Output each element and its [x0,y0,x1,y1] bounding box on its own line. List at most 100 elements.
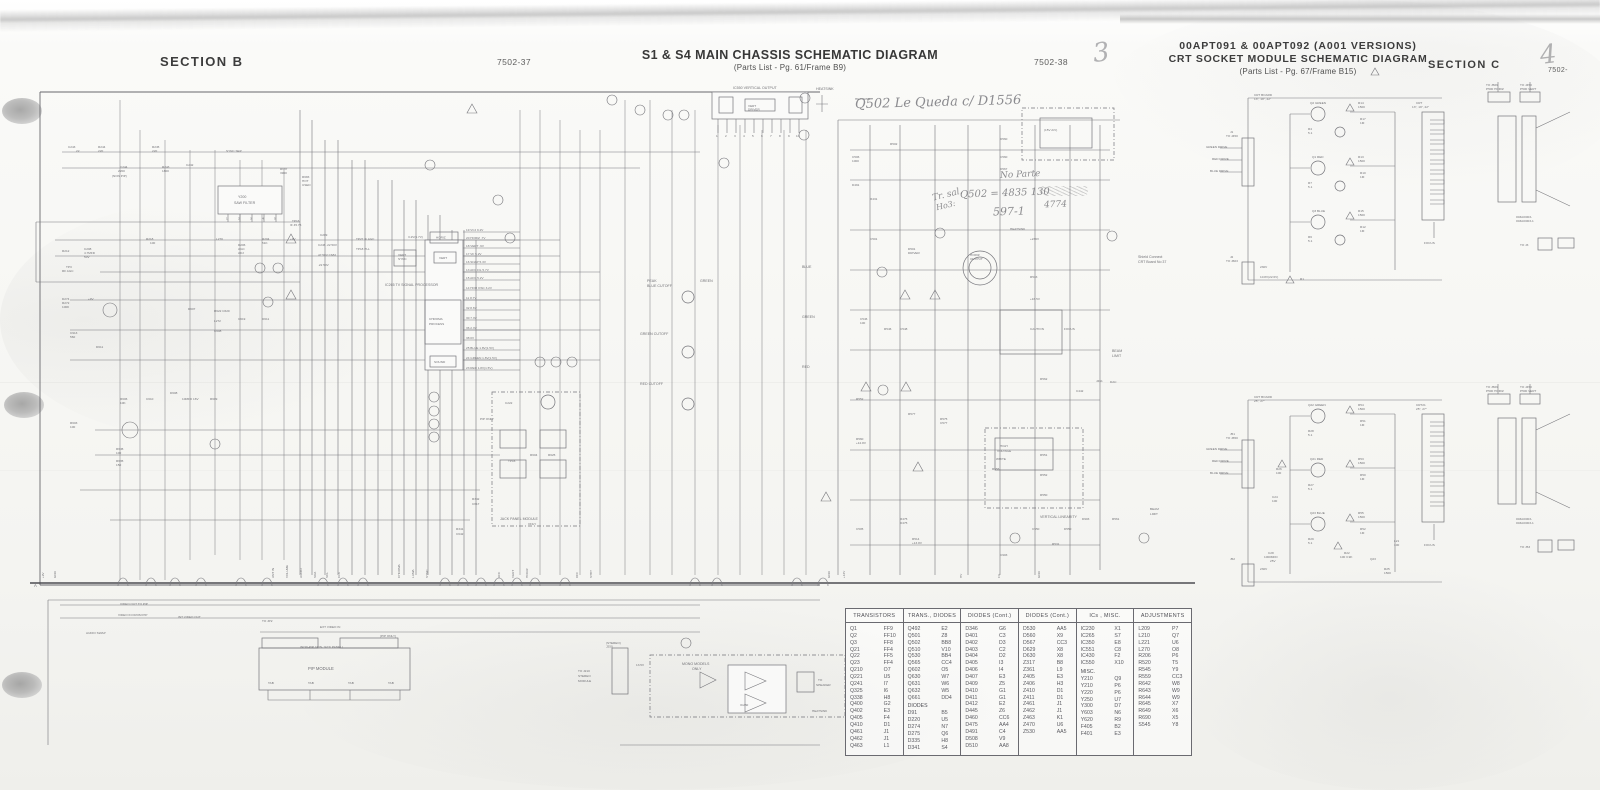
svg-text:13 AFC FIL 5.7V: 13 AFC FIL 5.7V [466,268,490,272]
svg-text:1M: 1M [1360,477,1365,481]
part-grid-location: CC4 [941,660,952,667]
svg-text:D475: D475 [900,521,908,525]
svg-text:Q23 BLUE: Q23 BLUE [1310,511,1325,515]
svg-text:R604: R604 [530,453,538,457]
svg-text:18 VERT .9V: 18 VERT .9V [466,244,485,248]
svg-text:1M: 1M [1360,423,1365,427]
svg-text:3: 3 [734,134,736,138]
svg-text:AFC: AFC [497,571,501,578]
svg-text:(15V A/V): (15V A/V) [1044,128,1057,132]
part-ref: Y220 [1080,689,1093,696]
parts-row: Q402 E3 [850,708,899,715]
parts-row: D274 N7 [908,724,957,731]
parts-row: L221 U6 [1138,640,1187,647]
part-grid-location: I6 [883,687,888,694]
parts-row: IC550 X10 [1081,660,1130,667]
parts-row: R642 W8 [1138,681,1187,688]
svg-text:CHROMA: CHROMA [397,563,401,578]
parts-row: D510 AA8 [965,743,1014,750]
svg-text:17 VF 5.2V: 17 VF 5.2V [466,252,482,256]
parts-row: Z411 D1 [1023,695,1072,702]
svg-text:L272: L272 [214,319,221,323]
svg-text:Q1 RED: Q1 RED [1312,155,1324,159]
svg-text:R552: R552 [856,397,864,401]
part-grid-location: U7 [1114,696,1121,703]
part-ref: IC230 [1080,626,1095,632]
part-grid-location: S7 [1114,632,1121,639]
svg-text:VIDEO IN FROM PIP: VIDEO IN FROM PIP [118,613,147,617]
svg-text:1500: 1500 [1358,213,1365,217]
svg-text:RF AGC: RF AGC [62,269,74,273]
parts-row: Q661 DD4 [908,695,957,702]
part-grid-location: U6 [1056,722,1064,729]
part-ref: S545 [1138,722,1151,729]
part-ref: Y620 [1080,717,1093,724]
parts-row: D530 AA5 [1023,626,1072,633]
part-ref: Z406 [1023,680,1035,687]
part-grid-location: C2 [999,646,1006,653]
svg-text:J52: J52 [1230,557,1235,561]
part-ref: D445 [965,708,978,715]
svg-text:Q22 GREEN: Q22 GREEN [1308,403,1326,407]
part-ref: Y210 [1080,676,1093,683]
svg-text:22: 22 [76,149,80,153]
parts-row: R520 T5 [1138,660,1187,667]
svg-text:BEAM: BEAM [1150,507,1159,511]
parts-row: Z410 D1 [1023,688,1072,695]
parts-row: R643 W9 [1138,688,1187,695]
svg-text:R342: R342 [472,497,480,501]
svg-text:ONLY: ONLY [528,522,536,526]
svg-text:1M: 1M [1360,121,1365,125]
part-grid-location: W5 [941,687,950,694]
part-grid-location: J1 [1056,701,1063,708]
part-ref: Q501 [907,632,921,639]
svg-text:+9V: +9V [88,297,95,301]
svg-text:3: 3 [250,217,252,221]
svg-text:R546: R546 [884,327,892,331]
parts-row: Q221 U5 [850,674,899,681]
part-ref: D91 [907,710,918,717]
svg-text:4: 4 [743,134,745,138]
svg-text:1M: 1M [1360,531,1365,535]
scanned-page-sheet: SECTION B 7502-37 S1 & S4 MAIN CHASSIS S… [0,0,1600,790]
svg-text:13.5V: 13.5V [636,663,645,667]
part-ref: Z405 [1023,674,1035,681]
svg-text:HEATSINK: HEATSINK [812,709,828,713]
part-grid-location: U5 [941,717,948,724]
svg-text:LUMA: LUMA [411,568,415,578]
svg-text:25", 27": 25", 27" [1416,407,1427,411]
part-ref: Y210 [1080,682,1093,689]
svg-text:+16.5V: +16.5V [1030,297,1041,301]
svg-text:RED: RED [802,365,810,369]
parts-row: D275 Q6 [908,731,957,738]
part-ref: Q221 [850,674,863,681]
part-grid-location: E3 [883,708,891,715]
parts-location-table: TRANSISTORS Q1 FF9 Q2 FF10 Q3 FF8 Q21 FF4 Q22 FF5 Q… [845,608,1192,756]
svg-text:SCL: SCL [325,572,329,578]
svg-text:TO J3: TO J3 [1520,243,1529,247]
svg-text:(NON PIP): (NON PIP) [112,174,127,178]
svg-text:TO J603: TO J603 [1226,259,1238,263]
parts-column-body: Q492 E2 Q501 Z8 Q502 BB8 Q510 V10 Q530 BB4 Q565 CC4… [904,623,961,751]
part-grid-location: R9 [1114,717,1121,724]
part-grid-location: D1 [883,722,891,729]
parts-row: Q210 O7 [850,667,899,674]
svg-text:38 0V: 38 0V [466,336,475,340]
parts-row: Z461 J1 [1023,701,1072,708]
svg-text:WHITE: WHITE [996,457,1006,461]
part-grid-location: CC3 [1172,674,1183,681]
part-grid-location: B2 [1114,724,1121,731]
svg-text:R625: R625 [548,453,556,457]
svg-text:14 HOR OSC 3.2V: 14 HOR OSC 3.2V [466,286,493,290]
part-ref: D409 [965,680,978,687]
parts-row: Z361 L9 [1023,667,1072,674]
part-ref: Q400 [850,701,863,708]
part-grid-location: D1 [1056,694,1064,701]
parts-row: Z463 K1 [1023,715,1072,722]
part-grid-location: W7 [941,674,950,681]
svg-text:C442: C442 [1076,389,1084,393]
part-grid-location: Q6 [941,730,949,737]
part-grid-location: J1 [883,728,890,735]
svg-text:JACK PANEL MODULE: JACK PANEL MODULE [500,517,539,521]
svg-text:R1: R1 [1300,277,1304,281]
